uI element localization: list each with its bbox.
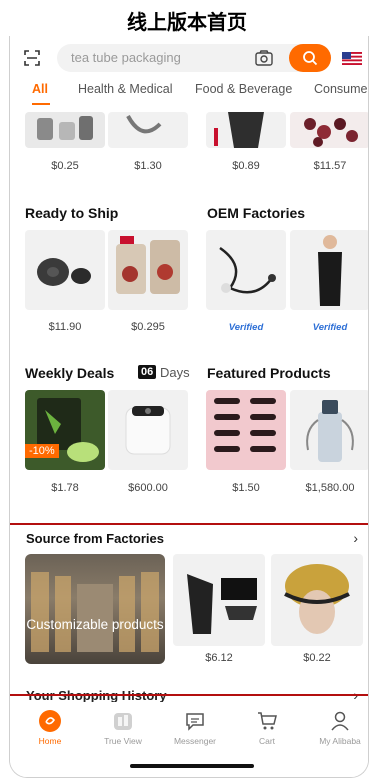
product-image[interactable] bbox=[173, 554, 265, 646]
search-bar: tea tube packaging bbox=[10, 44, 368, 72]
nav-true-view-label: True View bbox=[104, 736, 142, 746]
product-image[interactable] bbox=[25, 230, 105, 310]
product-image[interactable] bbox=[290, 390, 368, 470]
product-price: $600.00 bbox=[128, 482, 168, 494]
search-placeholder: tea tube packaging bbox=[71, 50, 181, 65]
nav-cart-label: Cart bbox=[258, 736, 276, 746]
nav-messenger[interactable]: Messenger bbox=[160, 710, 230, 746]
source-factories-title[interactable]: Source from Factories bbox=[26, 531, 164, 546]
product-price: $1.50 bbox=[232, 482, 260, 494]
product-price: $1,580.00 bbox=[305, 482, 355, 494]
oem-factories-title[interactable]: OEM Factories bbox=[207, 205, 305, 221]
nav-home-label: Home bbox=[38, 736, 62, 746]
verified-badge: Verified bbox=[312, 322, 348, 333]
ready-to-ship-title[interactable]: Ready to Ship bbox=[25, 205, 118, 221]
product-image[interactable] bbox=[108, 390, 188, 470]
weekly-deals-title[interactable]: Weekly Deals bbox=[25, 365, 114, 381]
messenger-icon bbox=[186, 713, 204, 731]
product-image[interactable] bbox=[108, 112, 188, 148]
verified-badge: Verified bbox=[228, 322, 264, 333]
home-indicator[interactable] bbox=[130, 764, 254, 768]
tab-health-medical[interactable]: Health & Medical bbox=[78, 82, 173, 96]
product-image[interactable] bbox=[290, 230, 368, 310]
product-image[interactable] bbox=[25, 112, 105, 148]
tab-consumer[interactable]: Consumer bbox=[314, 82, 368, 96]
search-button[interactable] bbox=[289, 44, 331, 72]
product-price: $0.295 bbox=[131, 321, 165, 333]
nav-my-alibaba[interactable]: My Alibaba bbox=[305, 710, 368, 746]
product-image[interactable] bbox=[206, 112, 286, 148]
chevron-right-icon[interactable]: › bbox=[353, 530, 358, 546]
search-input[interactable]: tea tube packaging bbox=[57, 44, 331, 72]
active-tab-indicator bbox=[32, 103, 50, 105]
highlight-divider bbox=[10, 694, 368, 696]
discount-badge: -10% bbox=[25, 444, 59, 458]
nav-true-view[interactable]: True View bbox=[88, 710, 158, 746]
product-image[interactable] bbox=[206, 390, 286, 470]
product-price: $0.22 bbox=[303, 652, 331, 664]
nav-my-alibaba-label: My Alibaba bbox=[319, 736, 361, 746]
scan-icon[interactable] bbox=[24, 50, 40, 66]
tab-food-beverage[interactable]: Food & Beverage bbox=[195, 82, 292, 96]
tab-all[interactable]: All bbox=[32, 82, 48, 96]
product-price: $0.25 bbox=[51, 160, 79, 172]
product-price: $1.78 bbox=[51, 482, 79, 494]
product-image[interactable] bbox=[206, 230, 286, 310]
product-image[interactable] bbox=[290, 112, 368, 148]
profile-icon bbox=[331, 711, 349, 731]
product-image[interactable] bbox=[271, 554, 363, 646]
featured-products-title[interactable]: Featured Products bbox=[207, 365, 331, 381]
product-image[interactable]: -10% bbox=[25, 390, 105, 470]
page-caption: 线上版本首页 bbox=[127, 10, 247, 34]
phone-screen: tea tube packaging All Health & Medical bbox=[9, 36, 369, 778]
search-icon bbox=[303, 51, 318, 66]
product-price: $11.57 bbox=[313, 160, 347, 172]
nav-cart[interactable]: Cart bbox=[232, 710, 302, 746]
customizable-products-card[interactable]: Customizable products bbox=[25, 554, 165, 664]
customizable-products-label: Customizable products bbox=[26, 617, 164, 632]
product-price: $0.89 bbox=[232, 160, 260, 172]
us-flag-icon[interactable] bbox=[342, 52, 362, 65]
nav-messenger-label: Messenger bbox=[173, 736, 217, 746]
product-image[interactable] bbox=[108, 230, 188, 310]
product-price: $6.12 bbox=[205, 652, 233, 664]
category-tabs: All Health & Medical Food & Beverage Con… bbox=[10, 82, 368, 108]
true-view-icon bbox=[114, 713, 132, 730]
camera-icon[interactable] bbox=[255, 50, 273, 66]
product-price: $1.30 bbox=[134, 160, 162, 172]
cart-icon bbox=[258, 712, 277, 730]
product-price: $11.90 bbox=[48, 321, 82, 333]
home-icon bbox=[39, 710, 61, 732]
nav-home[interactable]: Home bbox=[15, 710, 85, 746]
highlight-divider bbox=[10, 523, 368, 525]
days-label: Days bbox=[160, 365, 190, 380]
days-count-badge: 06 bbox=[138, 365, 157, 379]
